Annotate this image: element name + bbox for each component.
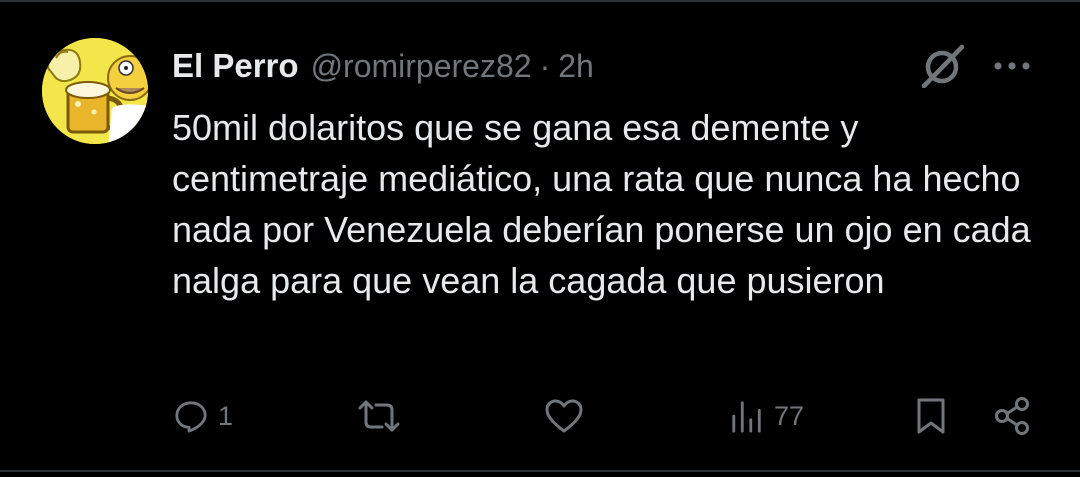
views-button[interactable]: 77 — [730, 388, 804, 444]
share-button[interactable] — [992, 388, 1032, 444]
bookmark-icon — [917, 398, 945, 434]
view-count: 77 — [774, 400, 805, 431]
retweet-button[interactable] — [356, 388, 402, 444]
heart-icon — [545, 399, 583, 433]
reply-button[interactable]: 1 — [174, 388, 233, 444]
avatar-image — [42, 38, 148, 144]
more-horizontal-icon — [994, 62, 1030, 70]
tweet-card[interactable]: El Perro @romirperez82 · 2h 50mil dolari… — [0, 0, 1080, 477]
reply-icon — [175, 401, 207, 433]
author-handle[interactable]: @romirperez82 — [311, 48, 532, 85]
reply-count: 1 — [218, 400, 234, 431]
share-icon — [995, 397, 1029, 435]
tweet-header: El Perro @romirperez82 · 2h — [172, 44, 594, 88]
author-name[interactable]: El Perro — [172, 47, 299, 85]
avatar[interactable] — [42, 38, 148, 144]
retweet-icon — [358, 400, 400, 432]
like-button[interactable] — [544, 388, 584, 444]
tweet-timestamp[interactable]: 2h — [558, 48, 594, 85]
action-bar: 1 77 — [0, 388, 1080, 444]
grok-icon — [921, 44, 965, 89]
separator-dot: · — [539, 47, 551, 84]
more-options-button[interactable] — [990, 50, 1034, 82]
bookmark-button[interactable] — [914, 388, 948, 444]
bottom-divider — [0, 470, 1080, 472]
analytics-icon — [732, 401, 761, 433]
grok-button[interactable] — [916, 44, 968, 89]
tweet-text: 50mil dolaritos que se gana esa demente … — [172, 107, 1031, 301]
